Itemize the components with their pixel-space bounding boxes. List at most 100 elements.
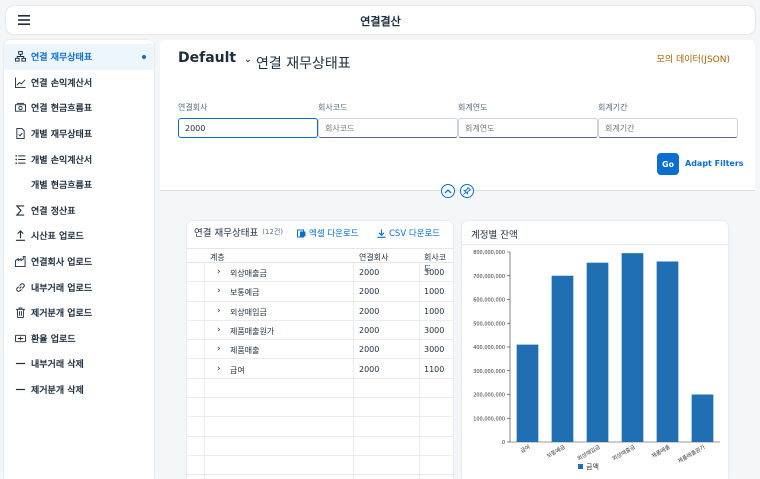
sidebar-item[interactable]: 개별 손익계산서	[4, 146, 154, 172]
hamburger-menu-icon[interactable]	[16, 13, 32, 27]
expand-chevron-icon[interactable]: ›	[217, 306, 221, 316]
money-bills-icon	[14, 102, 26, 114]
sidebar-item-label: 시산표 업로드	[31, 232, 84, 243]
bar[interactable]	[551, 275, 574, 442]
expand-chevron-icon[interactable]: ›	[217, 325, 221, 335]
header-divider	[160, 190, 755, 191]
bar[interactable]	[516, 344, 539, 442]
bar[interactable]	[586, 262, 609, 442]
page-title: 연결 재무상태표	[256, 56, 351, 72]
adapt-filters-button[interactable]: Adapt Filters	[685, 159, 744, 168]
document-icon	[14, 128, 26, 140]
group-company-input[interactable]	[178, 118, 318, 138]
table-header: 계층 연결회사 회사코드	[187, 248, 453, 273]
group-company-cell: 2000	[359, 345, 380, 355]
sidebar-item-label: 내부거래 삭제	[31, 360, 84, 371]
table-row[interactable]: › 외상매출금 2000 3000	[187, 263, 453, 283]
sidebar-item-label: 개별 손익계산서	[31, 155, 93, 166]
table-row[interactable]: › 제품매출원가 2000 3000	[187, 321, 453, 341]
fiscal-period-input[interactable]	[598, 118, 738, 138]
sidebar-item[interactable]: 연결 손익계산서	[4, 70, 154, 96]
bar[interactable]	[691, 394, 714, 443]
minus-icon	[14, 358, 26, 370]
go-button[interactable]: Go	[657, 153, 679, 175]
empty-row	[187, 437, 453, 456]
bar[interactable]	[621, 253, 644, 442]
download-icon	[377, 229, 386, 238]
expand-chevron-icon[interactable]: ›	[217, 267, 221, 277]
variant-selector[interactable]: Default ⌄	[178, 50, 252, 66]
sidebar-item-label: 제거분개 업로드	[31, 309, 93, 320]
excel-icon	[297, 229, 306, 237]
sidebar-item[interactable]: 연결회사 업로드	[4, 249, 154, 275]
table-row[interactable]: › 제품매출 2000 3000	[187, 340, 453, 360]
y-tick-label: 800,000,000	[473, 250, 505, 256]
y-tick-label: 500,000,000	[473, 321, 505, 327]
y-tick-label: 700,000,000	[473, 274, 505, 280]
table-row[interactable]: › 보통예금 2000 1000	[187, 282, 453, 302]
legend-swatch	[578, 464, 583, 469]
sidebar-item[interactable]: 연결 정산표	[4, 198, 154, 224]
bar-chart: 0 100,000,000 200,000,000 300,000,000 400,00…	[473, 250, 720, 471]
sidebar-item-label: 연결 손익계산서	[31, 78, 93, 89]
company-code-cell: 3000	[424, 268, 445, 277]
y-tick-label: 300,000,000	[473, 369, 505, 375]
sidebar-item[interactable]: 연결 현금흐름표	[4, 95, 154, 121]
link-icon	[14, 281, 26, 293]
excel-download-button[interactable]: 엑셀 다운로드	[297, 227, 359, 239]
company-code-input[interactable]	[318, 118, 458, 138]
x-tick-label: 외상매출금	[611, 443, 637, 463]
chart-title: 계정별 잔액	[471, 230, 518, 241]
collapse-header-icon[interactable]	[441, 184, 455, 198]
sidebar-item[interactable]: 내부거래 업로드	[4, 274, 154, 300]
company-code-cell: 3000	[424, 345, 445, 355]
column-divider	[353, 263, 354, 479]
legend-label: 금액	[586, 463, 599, 471]
sum-icon	[14, 204, 26, 216]
company-code-cell: 1000	[424, 287, 445, 297]
expand-chevron-icon[interactable]: ›	[217, 344, 221, 354]
fiscal-year-input[interactable]	[458, 118, 598, 138]
expand-chevron-icon[interactable]: ›	[217, 286, 221, 296]
line-chart-icon	[14, 76, 26, 88]
group-company-cell: 2000	[359, 306, 380, 316]
table-row[interactable]: › 급여 2000 1100	[187, 360, 453, 379]
sidebar-item-label: 연결 재무상태표	[31, 53, 93, 64]
account-name-cell: 외상매출금	[230, 269, 267, 278]
table-title: 연결 재무상태표	[194, 228, 259, 239]
pin-header-icon[interactable]	[460, 184, 474, 198]
sidebar-item[interactable]: 제거분개 업로드	[4, 300, 154, 326]
sidebar-item[interactable]: 시산표 업로드	[4, 223, 154, 249]
sidebar-item-label: 연결 현금흐름표	[31, 104, 93, 115]
sidebar-item[interactable]: 제거분개 삭제	[4, 377, 154, 403]
sidebar-item-label: 제거분개 삭제	[31, 386, 84, 397]
sidebar-item[interactable]: 개별 재무상태표	[4, 121, 154, 147]
sidebar-item[interactable]: 환율 업로드	[4, 326, 154, 352]
chevron-down-icon: ⌄	[244, 55, 252, 65]
x-tick-label: 외상매입금	[576, 443, 602, 463]
csv-download-button[interactable]: CSV 다운로드	[377, 227, 440, 239]
sidebar-item[interactable]: 연결 재무상태표	[4, 44, 154, 70]
column-header[interactable]: 연결회사	[359, 252, 388, 263]
shell-bar: 연결결산	[6, 6, 755, 34]
delete-icon	[14, 307, 26, 319]
company-code-cell: 1000	[424, 306, 445, 316]
filter-label: 회계연도	[458, 103, 488, 112]
filter-group-company: 연결회사	[178, 102, 318, 138]
column-divider	[419, 263, 420, 479]
sidebar-item[interactable]: 개별 현금흐름표	[4, 172, 154, 198]
table-row[interactable]: › 외상매입금 2000 1000	[187, 302, 453, 321]
sidebar-item[interactable]: 내부거래 삭제	[4, 351, 154, 377]
filter-label: 회계기간	[598, 103, 628, 112]
expand-chevron-icon[interactable]: ›	[217, 364, 221, 374]
bar[interactable]	[656, 261, 679, 443]
sidebar-item-label: 환율 업로드	[31, 334, 76, 345]
group-company-cell: 2000	[359, 268, 380, 277]
y-tick-label: 200,000,000	[473, 393, 505, 399]
column-header[interactable]: 계층	[210, 252, 225, 263]
mock-data-link[interactable]: 모의 데이터(JSON)	[657, 52, 730, 65]
account-name-cell: 제품매출	[230, 346, 260, 356]
company-code-cell: 3000	[424, 325, 445, 335]
filter-company-code: 회사코드	[318, 102, 458, 138]
y-tick-label: 600,000,000	[473, 298, 505, 304]
